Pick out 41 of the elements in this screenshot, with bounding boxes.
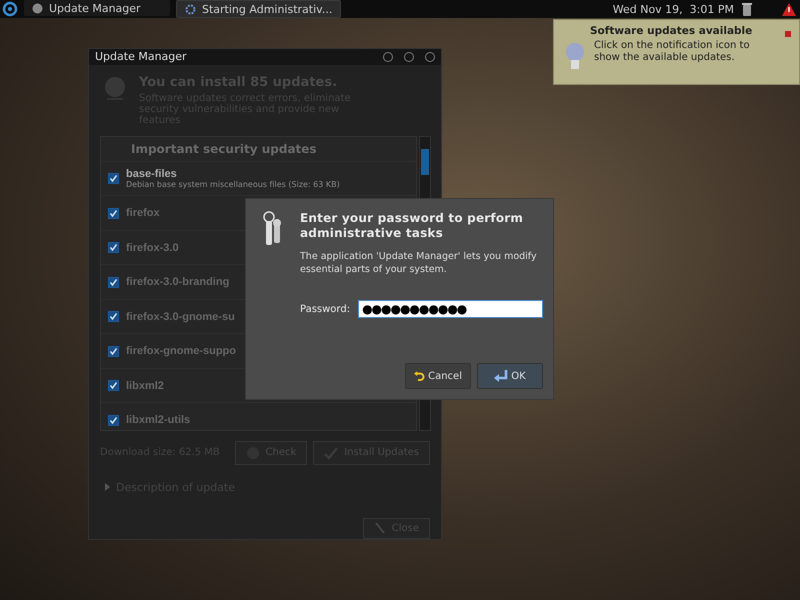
- package-name: firefox-3.0-branding: [126, 276, 230, 288]
- package-name: firefox-gnome-suppo: [126, 345, 236, 357]
- section-heading: Important security updates: [130, 140, 318, 158]
- checkbox[interactable]: [108, 380, 119, 391]
- notification-title: Software updates available: [590, 25, 754, 37]
- enter-arrow-icon: [494, 370, 508, 382]
- password-field[interactable]: ●●●●●●●●●●●: [358, 300, 543, 318]
- password-label: Password:: [300, 304, 350, 314]
- checkbox[interactable]: [108, 173, 119, 184]
- dialog-heading: Enter your password to perform administrative tasks: [300, 211, 524, 241]
- package-description: Debian base system miscellaneous files (Size: 63 KB): [126, 180, 340, 189]
- package-name: firefox-3.0-gnome-su: [126, 310, 235, 322]
- minimize-button[interactable]: [383, 52, 393, 62]
- checkbox[interactable]: [108, 208, 119, 218]
- window-title: Update Manager: [95, 50, 188, 64]
- checkbox[interactable]: [108, 414, 119, 426]
- maximize-button[interactable]: [404, 52, 414, 62]
- package-name: firefox-3.0: [126, 242, 179, 254]
- checkbox[interactable]: [108, 242, 119, 253]
- notification-message: Click on the notification icon to show the available updates.: [594, 40, 751, 64]
- package-name: libxml2-utils: [126, 414, 190, 426]
- taskbar-button[interactable]: Starting Administrativ...: [176, 0, 342, 18]
- undo-arrow-icon: [414, 369, 426, 383]
- package-name: firefox: [126, 207, 160, 219]
- taskbar-button[interactable]: Update Manager: [24, 0, 170, 16]
- gear-icon: [185, 4, 196, 14]
- package-name: base-files: [126, 168, 178, 180]
- menu-logo-icon[interactable]: [2, 1, 18, 17]
- checkbox[interactable]: [108, 346, 119, 356]
- checkbox[interactable]: [108, 276, 119, 288]
- trash-icon[interactable]: [742, 2, 752, 16]
- expander-arrow-icon: [105, 483, 110, 492]
- dialog-message: The application 'Update Manager' lets you modify essential parts of your system.: [300, 250, 538, 276]
- warning-icon[interactable]: [782, 2, 796, 16]
- ok-button[interactable]: OK: [477, 363, 543, 389]
- clock[interactable]: Wed Nov 19, 3:01 PM: [612, 2, 734, 16]
- cancel-button[interactable]: Cancel: [405, 363, 471, 389]
- scroll-thumb[interactable]: [421, 148, 429, 175]
- package-name: libxml2: [126, 380, 164, 392]
- close-button[interactable]: [425, 52, 435, 62]
- checkbox[interactable]: [108, 311, 119, 322]
